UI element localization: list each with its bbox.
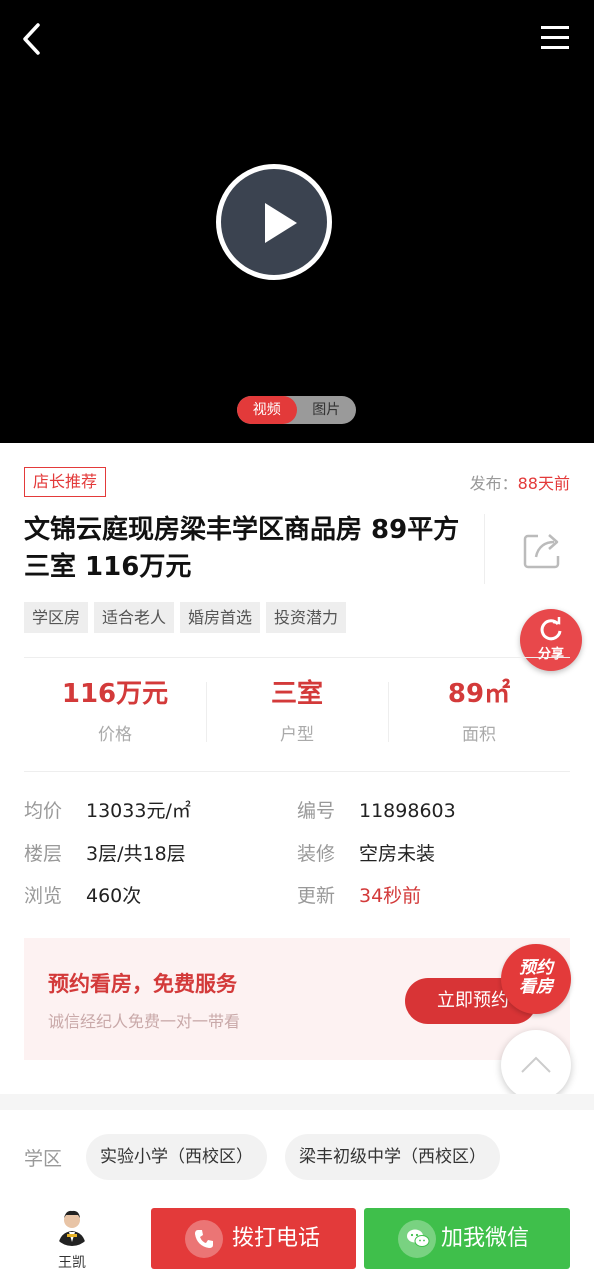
area-number: 89 <box>447 679 485 709</box>
call-button[interactable]: 拨打电话 <box>151 1208 356 1269</box>
call-label: 拨打电话 <box>232 1226 321 1251</box>
share-float-button[interactable]: 分享 <box>520 609 582 671</box>
badge-line: 预约 <box>519 958 553 978</box>
agent[interactable]: 王凯 <box>48 1206 96 1272</box>
menu-icon[interactable] <box>540 24 570 52</box>
key-stats: 116万元 价格 三室 户型 89㎡ 面积 <box>24 672 570 754</box>
tag: 婚房首选 <box>180 602 261 633</box>
detail-value: 3层/共18层 <box>86 843 186 865</box>
tag: 投资潜力 <box>266 602 347 633</box>
school-label: 学区 <box>24 1148 63 1170</box>
bottom-bar: 王凯 拨打电话 加我微信 <box>0 1196 594 1280</box>
share-icon[interactable] <box>522 530 564 570</box>
recommend-badge: 店长推荐 <box>24 467 107 497</box>
tag: 学区房 <box>24 602 89 633</box>
stat-layout: 三室 户型 <box>206 672 388 754</box>
title-divider <box>484 514 485 584</box>
stat-label: 价格 <box>98 725 132 745</box>
wechat-icon <box>398 1220 436 1258</box>
chevron-up-icon <box>521 1056 551 1073</box>
tag: 适合老人 <box>94 602 175 633</box>
detail-value: 34秒前 <box>359 885 422 907</box>
school-chip[interactable]: 实验小学（西校区） <box>86 1134 267 1180</box>
appointment-heading: 预约看房，免费服务 <box>48 972 237 996</box>
play-icon[interactable] <box>216 164 332 280</box>
detail-value: 13033元/㎡ <box>86 800 191 822</box>
detail-key: 楼层 <box>24 843 63 865</box>
appointment-subtitle: 诚信经纪人免费一对一带看 <box>48 1012 241 1031</box>
detail-views: 浏览 460次 <box>24 881 141 908</box>
tab-photos[interactable]: 图片 <box>297 396 357 424</box>
detail-floor: 楼层 3层/共18层 <box>24 839 186 866</box>
back-icon[interactable] <box>18 20 48 58</box>
listing-title: 文锦云庭现房梁丰学区商品房 89平方 三室 116万元 <box>24 515 460 582</box>
detail-key: 浏览 <box>24 885 63 907</box>
appointment-card: 预约看房，免费服务 诚信经纪人免费一对一带看 立即预约 <box>24 938 570 1060</box>
share-float-label: 分享 <box>537 647 564 662</box>
detail-key: 装修 <box>297 843 336 865</box>
back-to-top-button[interactable] <box>501 1030 571 1100</box>
detail-value: 460次 <box>86 885 142 907</box>
detail-key: 编号 <box>297 800 336 822</box>
divider <box>24 771 570 772</box>
avatar <box>52 1206 92 1246</box>
video-player[interactable]: 视频 图片 <box>0 0 594 443</box>
tab-video[interactable]: 视频 <box>237 396 297 424</box>
stat-label: 面积 <box>462 725 496 745</box>
wechat-label: 加我微信 <box>441 1226 530 1251</box>
school-chip[interactable]: 梁丰初级中学（西校区） <box>285 1134 500 1180</box>
detail-unit-price: 均价 13033元/㎡ <box>24 796 191 823</box>
stat-price: 116万元 价格 <box>24 672 206 754</box>
publish-label: 发布： <box>469 474 518 493</box>
detail-update: 更新 34秒前 <box>297 881 421 908</box>
stat-value: 三室 <box>270 679 323 709</box>
stat-label: 户型 <box>280 725 314 745</box>
wechat-button[interactable]: 加我微信 <box>364 1208 570 1269</box>
detail-decoration: 装修 空房未装 <box>297 839 435 866</box>
publish-time: 发布：88天前 <box>470 470 570 494</box>
publish-value: 88天前 <box>517 474 570 493</box>
detail-value: 11898603 <box>359 800 456 822</box>
tag-list: 学区房 适合老人 婚房首选 投资潜力 <box>24 602 347 633</box>
agent-name: 王凯 <box>58 1255 86 1271</box>
detail-value: 空房未装 <box>359 843 436 865</box>
section-gap <box>0 1094 594 1110</box>
refresh-share-icon <box>540 617 562 641</box>
detail-key: 均价 <box>24 800 63 822</box>
media-toggle: 视频 图片 <box>237 396 356 424</box>
appointment-badge[interactable]: 预约 看房 <box>501 944 571 1014</box>
detail-key: 更新 <box>297 885 336 907</box>
stat-value: 116万元 <box>61 679 169 709</box>
stat-value: 89㎡ <box>388 672 570 716</box>
area-unit: ㎡ <box>484 679 511 709</box>
stat-area: 89㎡ 面积 <box>388 672 570 754</box>
badge-line: 看房 <box>519 977 553 997</box>
detail-code: 编号 11898603 <box>297 796 456 823</box>
divider <box>24 657 570 658</box>
phone-icon <box>185 1220 223 1258</box>
